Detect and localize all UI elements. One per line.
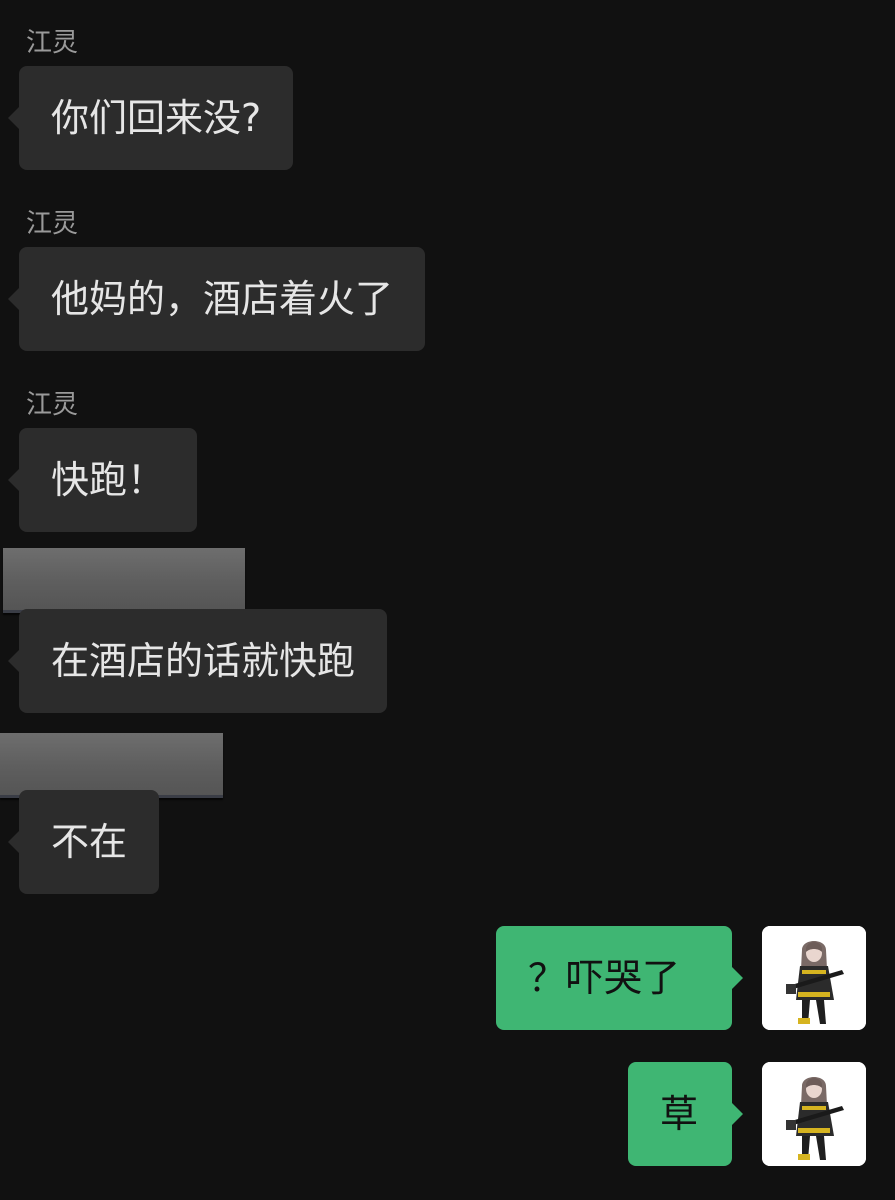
bubble-tail — [8, 287, 20, 311]
incoming-message-bubble[interactable]: 不在 — [8, 790, 160, 894]
message-text: 他妈的，酒店着火了 — [51, 277, 394, 321]
incoming-message-bubble[interactable]: 他妈的，酒店着火了 — [8, 247, 426, 351]
user-avatar[interactable] — [762, 1062, 866, 1166]
message-text: 你们回来没? — [51, 96, 262, 140]
incoming-message-bubble[interactable]: 快跑！ — [8, 428, 198, 532]
incoming-message-bubble[interactable]: 你们回来没? — [8, 66, 294, 170]
sender-name: 江灵 — [26, 28, 79, 58]
message-text: 不在 — [51, 820, 128, 864]
redacted-sender-name — [3, 548, 245, 613]
user-avatar[interactable] — [762, 926, 866, 1030]
redacted-sender-name — [0, 733, 223, 798]
anime-girl-avatar-icon — [762, 926, 866, 1030]
incoming-message-bubble[interactable]: 在酒店的话就快跑 — [8, 609, 388, 713]
anime-girl-avatar-icon — [762, 1062, 866, 1166]
bubble-tail — [8, 830, 20, 854]
sender-name: 江灵 — [26, 209, 79, 239]
sender-name: 江灵 — [26, 390, 79, 420]
outgoing-message-bubble[interactable]: ？吓哭了 — [496, 926, 743, 1030]
message-text: 在酒店的话就快跑 — [51, 639, 356, 683]
bubble-tail — [731, 966, 743, 990]
message-text: 快跑！ — [51, 458, 166, 502]
bubble-tail — [8, 468, 20, 492]
message-text: 草 — [660, 1092, 699, 1136]
bubble-tail — [731, 1102, 743, 1126]
outgoing-message-bubble[interactable]: 草 — [628, 1062, 743, 1166]
bubble-tail — [8, 649, 20, 673]
message-text: ？吓哭了 — [528, 956, 681, 1000]
bubble-tail — [8, 106, 20, 130]
